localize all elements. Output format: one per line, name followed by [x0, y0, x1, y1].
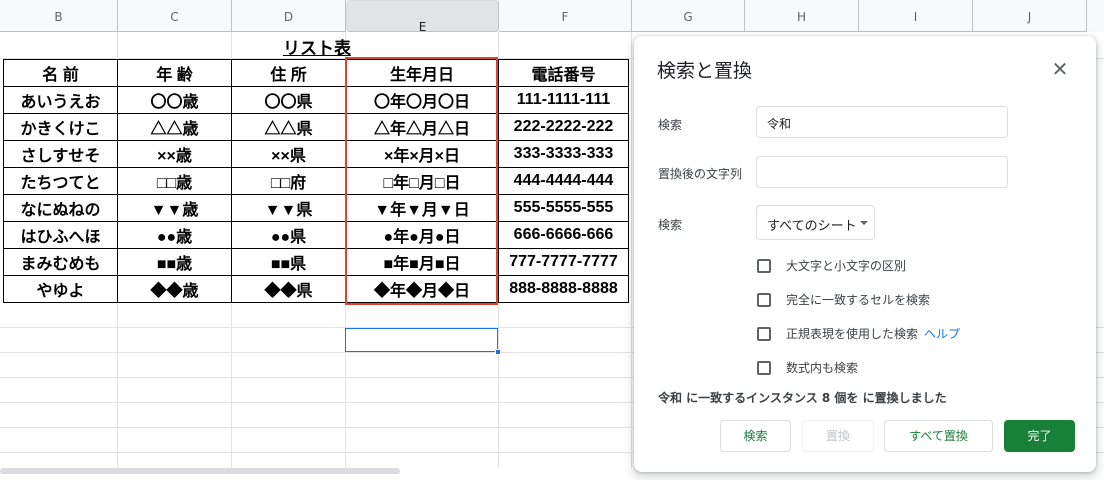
cell-birthdate[interactable]: △年△月△日 — [345, 113, 499, 141]
column-header-d[interactable]: D — [232, 0, 346, 32]
column-header-bar: B C D E F G H I J — [0, 0, 1104, 34]
find-label: 検索 — [658, 118, 683, 132]
find-input[interactable]: 令和 — [756, 106, 1008, 138]
table-row: なにぬねの ▼▼歳 ▼▼県 ▼年▼月▼日 555-5555-555 — [3, 194, 629, 222]
status-message: 令和 に一致するインスタンス 8 個を に置換しました — [658, 391, 947, 405]
column-header-i[interactable]: I — [859, 0, 973, 32]
scope-dropdown[interactable]: すべてのシート — [756, 205, 875, 240]
cell-address[interactable]: ●●県 — [231, 221, 346, 249]
column-header-g[interactable]: G — [632, 0, 745, 32]
cell-age[interactable]: □□歳 — [117, 167, 232, 195]
done-button[interactable]: 完了 — [1004, 420, 1075, 452]
cell-name[interactable]: やゆよ — [3, 275, 118, 303]
cell-birthdate[interactable]: □年□月□日 — [345, 167, 499, 195]
cell-phone[interactable]: 222-2222-222 — [498, 113, 629, 141]
cell-age[interactable]: ××歳 — [117, 140, 232, 168]
chevron-down-icon — [860, 221, 868, 225]
cell-name[interactable]: かきくけこ — [3, 113, 118, 141]
replace-all-button[interactable]: すべて置換 — [884, 420, 993, 452]
match-case-label: 大文字と小文字の区別 — [786, 259, 907, 273]
cell-age[interactable]: △△歳 — [117, 113, 232, 141]
scope-value: すべてのシート — [767, 219, 857, 234]
cell-name[interactable]: はひふへほ — [3, 221, 118, 249]
cell-name[interactable]: たちつてと — [3, 167, 118, 195]
cell-birthdate[interactable]: ●年●月●日 — [345, 221, 499, 249]
replace-button[interactable]: 置換 — [802, 420, 874, 452]
regex-label: 正規表現を使用した検索 ヘルプ — [786, 327, 960, 342]
column-header-j[interactable]: J — [973, 0, 1087, 32]
column-header-c[interactable]: C — [118, 0, 232, 32]
cell-phone[interactable]: 111-1111-111 — [498, 86, 629, 114]
cell-phone[interactable]: 333-3333-333 — [498, 140, 629, 168]
cell-age[interactable]: ■■歳 — [117, 248, 232, 276]
cell-phone[interactable]: 777-7777-7777 — [498, 248, 629, 276]
cell-phone[interactable]: 666-6666-666 — [498, 221, 629, 249]
cell-name[interactable]: あいうえお — [3, 86, 118, 114]
sheet-title[interactable]: リスト表 — [232, 34, 402, 58]
cell-phone[interactable]: 888-8888-8888 — [498, 275, 629, 303]
cell-phone[interactable]: 555-5555-555 — [498, 194, 629, 222]
find-button[interactable]: 検索 — [720, 420, 791, 452]
regex-label-text: 正規表現を使用した検索 — [786, 327, 919, 341]
cell-address[interactable]: ▼▼県 — [231, 194, 346, 222]
data-table: 名 前 年 齢 住 所 生年月日 電話番号 あいうえお 〇〇歳 〇〇県 〇年〇月… — [3, 59, 629, 303]
column-header-h[interactable]: H — [745, 0, 859, 32]
help-link[interactable]: ヘルプ — [924, 327, 960, 341]
header-address[interactable]: 住 所 — [231, 59, 346, 87]
match-entire-checkbox[interactable] — [757, 293, 771, 307]
cell-age[interactable]: ▼▼歳 — [117, 194, 232, 222]
formulas-checkbox[interactable] — [757, 361, 771, 375]
cell-phone[interactable]: 444-4444-444 — [498, 167, 629, 195]
cell-birthdate[interactable]: ◆年◆月◆日 — [345, 275, 499, 303]
table-row: あいうえお 〇〇歳 〇〇県 〇年〇月〇日 111-1111-111 — [3, 86, 629, 114]
header-row: 名 前 年 齢 住 所 生年月日 電話番号 — [3, 59, 629, 87]
cell-birthdate[interactable]: ■年■月■日 — [345, 248, 499, 276]
formulas-label: 数式内も検索 — [786, 361, 859, 375]
cell-address[interactable]: □□府 — [231, 167, 346, 195]
selected-cell[interactable] — [345, 328, 498, 352]
cell-address[interactable]: 〇〇県 — [231, 86, 346, 114]
dialog-title: 検索と置換 — [657, 60, 753, 82]
cell-age[interactable]: ◆◆歳 — [117, 275, 232, 303]
cell-address[interactable]: ◆◆県 — [231, 275, 346, 303]
table-row: さしすせそ ××歳 ××県 ×年×月×日 333-3333-333 — [3, 140, 629, 168]
horizontal-scrollbar[interactable] — [0, 468, 400, 474]
column-header-e[interactable]: E — [346, 0, 499, 34]
cell-name[interactable]: さしすせそ — [3, 140, 118, 168]
match-entire-label: 完全に一致するセルを検索 — [786, 293, 931, 307]
header-phone[interactable]: 電話番号 — [498, 59, 629, 87]
cell-name[interactable]: まみむめも — [3, 248, 118, 276]
close-icon[interactable]: ✕ — [1048, 58, 1072, 82]
column-header-b[interactable]: B — [0, 0, 118, 32]
regex-checkbox[interactable] — [757, 327, 771, 341]
column-header-f[interactable]: F — [499, 0, 632, 32]
table-row: はひふへほ ●●歳 ●●県 ●年●月●日 666-6666-666 — [3, 221, 629, 249]
find-replace-dialog: 検索と置換 ✕ 検索 令和 置換後の文字列 検索 すべてのシート 大文字と小文字… — [634, 36, 1096, 472]
cell-address[interactable]: ××県 — [231, 140, 346, 168]
cell-address[interactable]: ■■県 — [231, 248, 346, 276]
cell-age[interactable]: ●●歳 — [117, 221, 232, 249]
header-age[interactable]: 年 齢 — [117, 59, 232, 87]
header-birthdate[interactable]: 生年月日 — [345, 59, 499, 87]
cell-name[interactable]: なにぬねの — [3, 194, 118, 222]
table-row: かきくけこ △△歳 △△県 △年△月△日 222-2222-222 — [3, 113, 629, 141]
table-row: やゆよ ◆◆歳 ◆◆県 ◆年◆月◆日 888-8888-8888 — [3, 275, 629, 303]
cell-address[interactable]: △△県 — [231, 113, 346, 141]
table-row: たちつてと □□歳 □□府 □年□月□日 444-4444-444 — [3, 167, 629, 195]
match-case-checkbox[interactable] — [757, 259, 771, 273]
cell-birthdate[interactable]: 〇年〇月〇日 — [345, 86, 499, 114]
cell-birthdate[interactable]: ×年×月×日 — [345, 140, 499, 168]
replace-input[interactable] — [756, 156, 1008, 188]
fill-handle[interactable] — [495, 349, 501, 355]
replace-label: 置換後の文字列 — [658, 167, 743, 181]
cell-age[interactable]: 〇〇歳 — [117, 86, 232, 114]
table-row: まみむめも ■■歳 ■■県 ■年■月■日 777-7777-7777 — [3, 248, 629, 276]
header-name[interactable]: 名 前 — [3, 59, 118, 87]
scope-label: 検索 — [658, 218, 683, 232]
cell-birthdate[interactable]: ▼年▼月▼日 — [345, 194, 499, 222]
